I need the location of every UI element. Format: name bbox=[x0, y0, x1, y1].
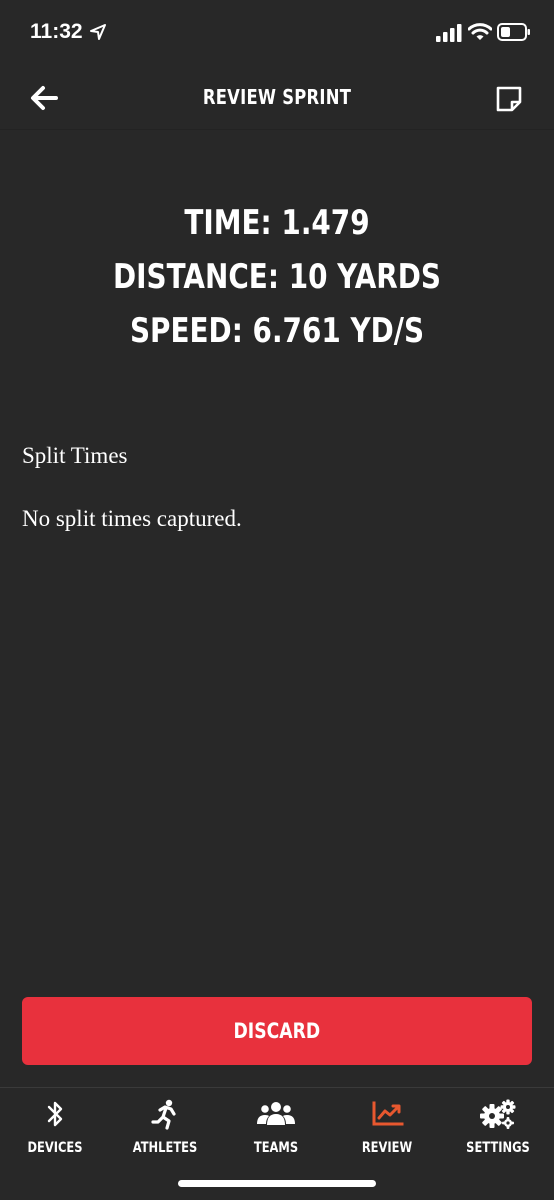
gears-icon bbox=[480, 1099, 516, 1129]
tab-settings-label: SETTINGS bbox=[466, 1140, 530, 1156]
split-times-empty-message: No split times captured. bbox=[22, 506, 242, 531]
stat-distance: DISTANCE: 10 YARDS bbox=[112, 257, 441, 297]
discard-button[interactable]: DISCARD bbox=[22, 997, 532, 1065]
team-icon bbox=[257, 1102, 295, 1125]
tab-athletes[interactable]: ATHLETES bbox=[110, 1088, 220, 1168]
tab-devices[interactable]: DEVICES bbox=[0, 1088, 110, 1168]
tab-review-label: REVIEW bbox=[361, 1140, 413, 1156]
discard-label: DISCARD bbox=[233, 1019, 321, 1043]
battery-icon bbox=[497, 23, 530, 41]
chart-icon bbox=[372, 1101, 404, 1126]
tab-athletes-label: ATHLETES bbox=[132, 1140, 198, 1156]
tab-teams[interactable]: TEAMS bbox=[221, 1088, 331, 1168]
stat-time: TIME: 1.479 bbox=[184, 203, 370, 243]
note-icon[interactable] bbox=[494, 84, 524, 114]
home-indicator[interactable] bbox=[178, 1180, 376, 1187]
tab-review[interactable]: REVIEW bbox=[332, 1088, 442, 1168]
split-times-heading: Split Times bbox=[22, 443, 128, 468]
review-sprint-screen: 11:32 REVIEW SPRINT TIME: 1.479 DISTANCE… bbox=[0, 0, 554, 1200]
wifi-icon bbox=[468, 23, 492, 40]
location-arrow-icon bbox=[90, 24, 106, 40]
navigation-bar: REVIEW SPRINT bbox=[0, 66, 554, 130]
tab-teams-label: TEAMS bbox=[253, 1140, 299, 1156]
bluetooth-icon bbox=[47, 1101, 63, 1127]
cellular-signal-icon bbox=[436, 24, 462, 42]
sprint-stats: TIME: 1.479 DISTANCE: 10 YARDS SPEED: 6.… bbox=[0, 196, 554, 358]
status-time: 11:32 bbox=[30, 20, 83, 43]
runner-icon bbox=[151, 1099, 176, 1130]
tab-settings[interactable]: SETTINGS bbox=[443, 1088, 553, 1168]
page-title: REVIEW SPRINT bbox=[202, 85, 352, 109]
status-bar: 11:32 bbox=[0, 0, 554, 66]
tab-devices-label: DEVICES bbox=[27, 1140, 83, 1156]
stat-speed: SPEED: 6.761 YD/S bbox=[129, 311, 425, 351]
